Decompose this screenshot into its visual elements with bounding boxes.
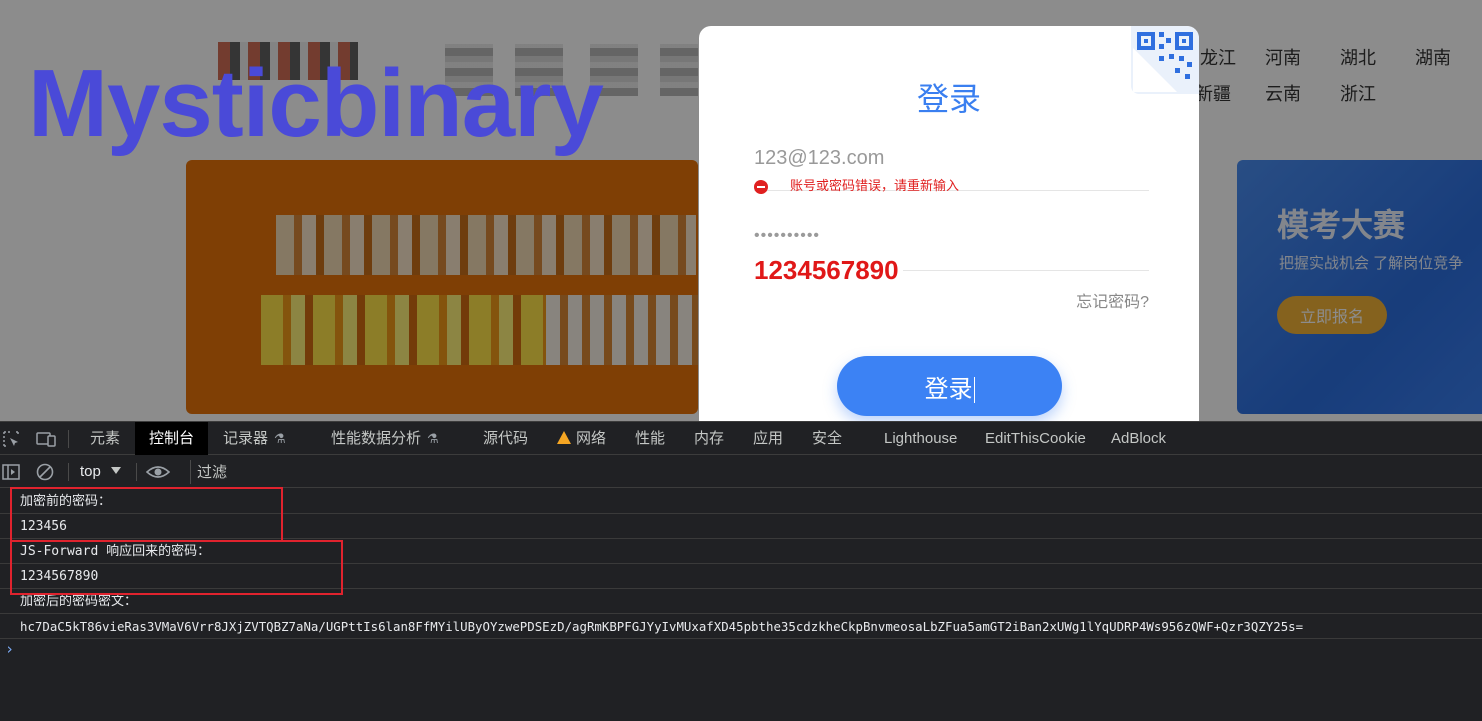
tab-performance[interactable]: 性能: [621, 422, 679, 455]
warning-icon: [557, 431, 571, 444]
tab-editthiscookie[interactable]: EditThisCookie: [971, 422, 1100, 455]
divider: [136, 463, 137, 481]
password-field[interactable]: •••••••••• 1234567890: [754, 221, 1149, 286]
tab-performance-insights[interactable]: 性能数据分析 ⚗: [317, 422, 453, 455]
tab-label: Lighthouse: [884, 430, 958, 447]
login-error: 账号或密码错误，请重新输入: [754, 175, 959, 194]
divider: [68, 463, 69, 481]
tab-label: 应用: [753, 430, 784, 447]
tab-console[interactable]: 控制台: [135, 422, 209, 455]
tab-adblock[interactable]: AdBlock: [1097, 422, 1180, 455]
context-label: top: [80, 463, 101, 480]
devtools-tabbar: 元素 控制台 记录器 ⚗ 性能数据分析 ⚗ 源代码 网络 性能 内存 应用 安全 L…: [0, 421, 1482, 455]
watermark: Mysticbinary: [28, 50, 604, 157]
error-message: 账号或密码错误，请重新输入: [790, 178, 960, 193]
tab-label: 控制台: [149, 430, 195, 447]
tab-memory[interactable]: 内存: [680, 422, 738, 455]
screen: 龙江 河南 湖北 湖南 新疆 云南 浙江 模考大赛 把握实战机会 了解岗位竞争 …: [0, 0, 1482, 721]
tab-label: 性能数据分析: [331, 430, 422, 447]
tab-network[interactable]: 网络: [543, 422, 620, 455]
experiment-flask-icon: ⚗: [274, 431, 286, 446]
context-selector[interactable]: top: [80, 461, 121, 483]
tab-label: AdBlock: [1111, 430, 1167, 447]
console-output: 加密前的密码： 123456 JS-Forward 响应回来的密码： 12345…: [0, 487, 1482, 721]
account-input[interactable]: [754, 147, 1134, 170]
live-expression-eye-icon[interactable]: [146, 463, 170, 481]
login-dialog: 登录 账号或密码错误，请重新输入 •••••••••• 1234567890 忘…: [699, 26, 1199, 421]
inspect-element-icon[interactable]: [2, 430, 20, 448]
password-input[interactable]: ••••••••••: [754, 227, 820, 245]
tab-lighthouse[interactable]: Lighthouse: [870, 422, 971, 455]
divider: [68, 430, 69, 448]
filter-input[interactable]: [190, 460, 1482, 484]
tab-application[interactable]: 应用: [739, 422, 797, 455]
tab-recorder[interactable]: 记录器 ⚗: [209, 422, 300, 455]
tab-label: 内存: [694, 430, 725, 447]
annotation-highlight-box: [10, 487, 283, 542]
login-button[interactable]: 登录: [837, 356, 1062, 416]
text-cursor: [973, 377, 975, 404]
tab-label: EditThisCookie: [985, 430, 1086, 447]
console-log-line: hc7DaC5kT86vieRas3VMaV6Vrr8JXjZVTQBZ7aNa…: [0, 614, 1482, 639]
tab-sources[interactable]: 源代码: [469, 422, 542, 455]
tab-security[interactable]: 安全: [798, 422, 856, 455]
tab-label: 安全: [812, 430, 843, 447]
tab-label: 源代码: [483, 430, 529, 447]
experiment-flask-icon: ⚗: [427, 431, 439, 446]
forgot-password-link[interactable]: 忘记密码?: [1076, 288, 1149, 312]
error-icon: [754, 179, 768, 194]
tab-label: 元素: [90, 430, 121, 447]
console-toolbar: top: [0, 456, 1482, 488]
tab-elements[interactable]: 元素: [76, 422, 134, 455]
console-prompt[interactable]: ›: [5, 640, 14, 658]
tab-label: 性能: [635, 430, 666, 447]
tab-label: 记录器: [223, 430, 269, 447]
annotation-highlight-box: [10, 540, 343, 595]
website-viewport: 龙江 河南 湖北 湖南 新疆 云南 浙江 模考大赛 把握实战机会 了解岗位竞争 …: [0, 0, 1482, 421]
tab-label: 网络: [576, 430, 607, 447]
chevron-down-icon: [110, 467, 121, 474]
clear-console-icon[interactable]: [36, 463, 54, 481]
login-button-label: 登录: [924, 375, 973, 403]
device-toolbar-icon[interactable]: [36, 430, 56, 448]
sidebar-toggle-icon[interactable]: [2, 463, 20, 481]
password-plaintext-overlay: 1234567890: [754, 255, 903, 286]
login-title: 登录: [916, 81, 981, 117]
devtools-panel: 元素 控制台 记录器 ⚗ 性能数据分析 ⚗ 源代码 网络 性能 内存 应用 安全 L…: [0, 421, 1482, 721]
